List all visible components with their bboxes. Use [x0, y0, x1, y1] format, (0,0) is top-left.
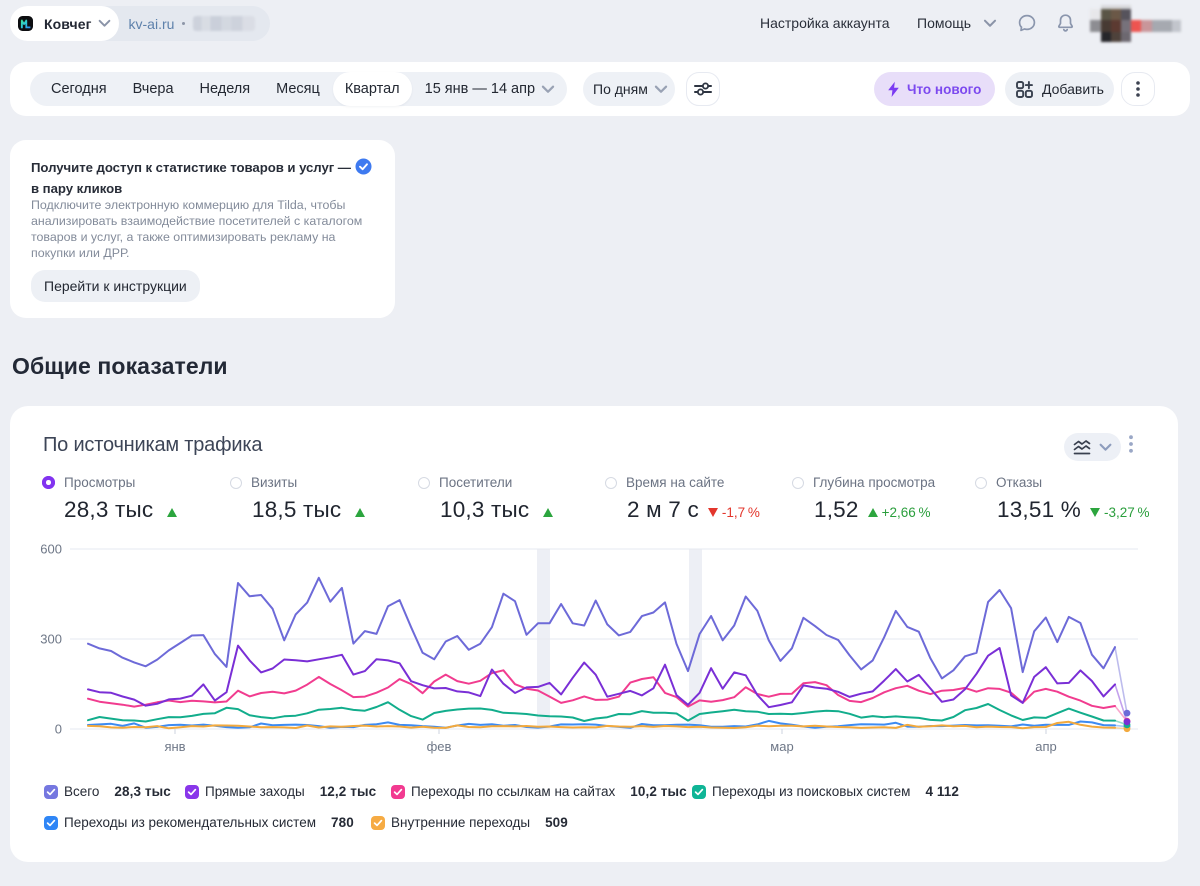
svg-text:фев: фев	[427, 739, 452, 754]
svg-text:мар: мар	[770, 739, 793, 754]
svg-text:янв: янв	[164, 739, 185, 754]
svg-text:600: 600	[40, 542, 62, 557]
svg-text:300: 300	[40, 632, 62, 647]
svg-text:0: 0	[55, 722, 62, 737]
svg-text:апр: апр	[1035, 739, 1057, 754]
